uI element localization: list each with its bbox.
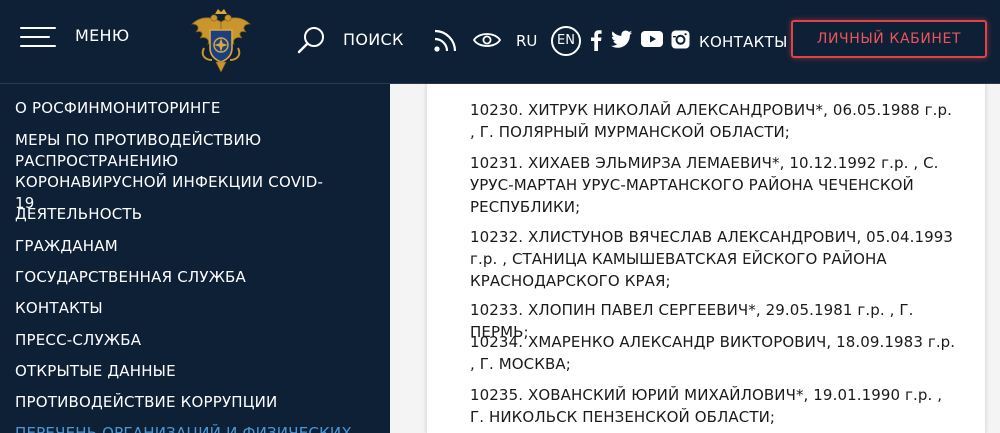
list-item: 10235. ХОВАНСКИЙ ЮРИЙ МИХАЙЛОВИЧ*, 19.01… (470, 386, 943, 426)
sidebar-item-contacts[interactable]: КОНТАКТЫ (15, 298, 375, 319)
list-item: 10232. ХЛИСТУНОВ ВЯЧЕСЛАВ АЛЕКСАНДРОВИЧ,… (470, 228, 954, 290)
eye-icon[interactable] (473, 30, 501, 50)
facebook-icon[interactable] (590, 29, 602, 51)
search-label[interactable]: ПОИСК (343, 30, 404, 50)
emblem-logo[interactable] (188, 8, 254, 74)
sidebar-item-open-data[interactable]: ОТКРЫТЫЕ ДАННЫЕ (15, 361, 375, 382)
lang-ru-link[interactable]: RU (516, 31, 537, 51)
search-icon[interactable] (296, 25, 326, 55)
instagram-icon[interactable] (671, 30, 690, 49)
menu-icon[interactable] (20, 27, 56, 49)
youtube-icon[interactable] (641, 30, 663, 48)
sidebar-item-press[interactable]: ПРЕСС-СЛУЖБА (15, 330, 375, 351)
menu-label[interactable]: МЕНЮ (75, 26, 129, 46)
list-item: 10231. ХИХАЕВ ЭЛЬМИРЗА ЛЕМАЕВИЧ*, 10.12.… (470, 154, 939, 216)
sidebar-item-anti-corruption[interactable]: ПРОТИВОДЕЙСТВИЕ КОРРУПЦИИ (15, 392, 375, 413)
sidebar-item-activity[interactable]: ДЕЯТЕЛЬНОСТЬ (15, 204, 375, 225)
list-item: 10234. ХМАРЕНКО АЛЕКСАНДР ВИКТОРОВИЧ, 18… (470, 333, 956, 373)
sidebar-item-terrorist-list[interactable]: ПЕРЕЧЕНЬ ОРГАНИЗАЦИЙ И ФИЗИЧЕСКИХ (15, 423, 375, 433)
sidebar-item-covid[interactable]: МЕРЫ ПО ПРОТИВОДЕЙСТВИЮ РАСПРОСТРАНЕНИЮ … (15, 130, 335, 214)
sidebar-item-citizens[interactable]: ГРАЖДАНАМ (15, 236, 375, 257)
contacts-link[interactable]: КОНТАКТЫ (699, 32, 788, 52)
list-item: 10230. ХИТРУК НИКОЛАЙ АЛЕКСАНДРОВИЧ*, 06… (470, 101, 952, 141)
site-header: МЕНЮ ПОИСК RU EN КОНТАКТЫ ЛИЧНЫЙ КАБИНЕТ (0, 0, 1000, 84)
twitter-icon[interactable] (611, 30, 633, 49)
sidebar-item-civil-service[interactable]: ГОСУДАРСТВЕННАЯ СЛУЖБА (15, 267, 375, 288)
sidebar-item-about[interactable]: О РОСФИНМОНИТОРИНГЕ (15, 98, 375, 119)
personal-account-button[interactable]: ЛИЧНЫЙ КАБИНЕТ (791, 20, 987, 58)
lang-en-link[interactable]: EN (551, 26, 581, 56)
sidebar-nav: О РОСФИНМОНИТОРИНГЕ МЕРЫ ПО ПРОТИВОДЕЙСТ… (0, 84, 390, 433)
rss-icon[interactable] (432, 26, 460, 54)
